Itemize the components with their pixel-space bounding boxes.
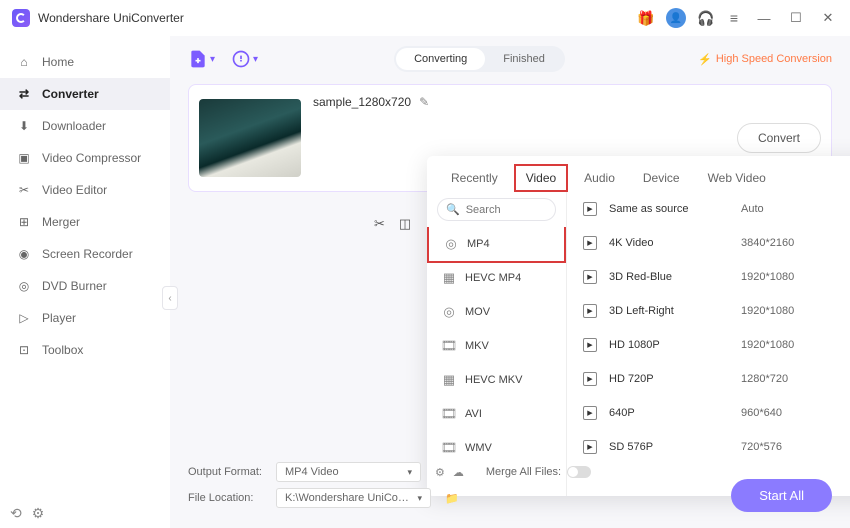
file-name: sample_1280x720 xyxy=(313,95,411,109)
sidebar: ⌂Home ⇄Converter ⬇Downloader ▣Video Comp… xyxy=(0,36,170,528)
refresh-icon[interactable]: ⟲ xyxy=(10,505,22,522)
titlebar: Wondershare UniConverter 🎁 👤 🎧 ≡ — ☐ ✕ xyxy=(0,0,850,36)
tab-web[interactable]: Web Video xyxy=(696,164,778,192)
seg-finished[interactable]: Finished xyxy=(485,48,563,70)
gift-icon[interactable]: 🎁 xyxy=(638,10,654,26)
format-search[interactable]: 🔍 xyxy=(437,198,556,221)
close-button[interactable]: ✕ xyxy=(818,10,838,26)
merger-icon: ⊞ xyxy=(16,214,32,230)
preset-720p[interactable]: ▶HD 720P1280*720✎ xyxy=(567,362,850,396)
disc-icon: ◎ xyxy=(443,236,459,252)
format-avi[interactable]: 🎞AVI xyxy=(427,397,566,431)
sidebar-item-toolbox[interactable]: ⊡Toolbox xyxy=(0,334,170,366)
sidebar-item-home[interactable]: ⌂Home xyxy=(0,46,170,78)
cloud-icon[interactable]: ☁ xyxy=(453,466,464,479)
play-icon: ▶ xyxy=(583,440,597,454)
recorder-icon: ◉ xyxy=(16,246,32,262)
sidebar-item-player[interactable]: ▷Player xyxy=(0,302,170,334)
segment-control: Converting Finished xyxy=(394,46,565,72)
high-speed-toggle[interactable]: ⚡High Speed Conversion xyxy=(698,53,832,66)
preset-3d-rb[interactable]: ▶3D Red-Blue1920*1080✎ xyxy=(567,260,850,294)
format-wmv[interactable]: 🎞WMV xyxy=(427,431,566,465)
format-hevc-mp4[interactable]: ▦HEVC MP4 xyxy=(427,261,566,295)
downloader-icon: ⬇ xyxy=(16,118,32,134)
play-icon: ▶ xyxy=(583,304,597,318)
preset-1080p[interactable]: ▶HD 1080P1920*1080✎ xyxy=(567,328,850,362)
format-mkv[interactable]: 🎞MKV xyxy=(427,329,566,363)
seg-converting[interactable]: Converting xyxy=(396,48,485,70)
preset-640p[interactable]: ▶640P960*640✎ xyxy=(567,396,850,430)
disc-icon: ◎ xyxy=(441,304,457,320)
preset-3d-lr[interactable]: ▶3D Left-Right1920*1080✎ xyxy=(567,294,850,328)
convert-button[interactable]: Convert xyxy=(737,123,821,153)
app-title: Wondershare UniConverter xyxy=(38,11,184,25)
maximize-button[interactable]: ☐ xyxy=(786,10,806,26)
film-icon: 🎞 xyxy=(441,338,457,354)
menu-icon[interactable]: ≡ xyxy=(726,10,742,26)
player-icon: ▷ xyxy=(16,310,32,326)
output-format-select[interactable]: MP4 Video▾ xyxy=(276,462,421,482)
trim-icon[interactable]: ✂ xyxy=(374,216,385,232)
settings-icon[interactable]: ⚙ xyxy=(32,505,45,522)
video-thumbnail[interactable] xyxy=(199,99,301,177)
search-input[interactable] xyxy=(466,204,546,216)
home-icon: ⌂ xyxy=(16,54,32,70)
editor-icon: ✂ xyxy=(16,182,32,198)
play-icon: ▶ xyxy=(583,202,597,216)
rename-icon[interactable]: ✎ xyxy=(419,95,429,109)
search-icon: 🔍 xyxy=(446,203,460,216)
add-url-button[interactable]: ▾ xyxy=(231,49,258,69)
format-mov[interactable]: ◎MOV xyxy=(427,295,566,329)
tab-audio[interactable]: Audio xyxy=(572,164,627,192)
preset-list: ▶Same as sourceAuto✎ ▶4K Video3840*2160✎… xyxy=(567,192,850,496)
film-icon: 🎞 xyxy=(441,440,457,456)
file-location-select[interactable]: K:\Wondershare UniConverter▾ xyxy=(276,488,431,508)
tab-video[interactable]: Video xyxy=(514,164,568,192)
preset-4k[interactable]: ▶4K Video3840*2160✎ xyxy=(567,226,850,260)
play-icon: ▶ xyxy=(583,236,597,250)
app-logo xyxy=(12,9,30,27)
start-all-button[interactable]: Start All xyxy=(731,479,832,512)
dvd-icon: ◎ xyxy=(16,278,32,294)
headset-icon[interactable]: 🎧 xyxy=(698,10,714,26)
merge-label: Merge All Files: xyxy=(486,466,561,478)
add-file-button[interactable]: ▾ xyxy=(188,49,215,69)
play-icon: ▶ xyxy=(583,338,597,352)
avatar[interactable]: 👤 xyxy=(666,8,686,28)
toolbox-icon: ⊡ xyxy=(16,342,32,358)
sidebar-item-merger[interactable]: ⊞Merger xyxy=(0,206,170,238)
hevc-icon: ▦ xyxy=(441,270,457,286)
format-popup: Recently Video Audio Device Web Video 🔍 … xyxy=(427,156,850,496)
preset-same[interactable]: ▶Same as sourceAuto✎ xyxy=(567,192,850,226)
play-icon: ▶ xyxy=(583,406,597,420)
file-location-label: File Location: xyxy=(188,492,268,504)
tab-recently[interactable]: Recently xyxy=(439,164,510,192)
sidebar-item-recorder[interactable]: ◉Screen Recorder xyxy=(0,238,170,270)
minimize-button[interactable]: — xyxy=(754,11,774,26)
crop-icon[interactable]: ◫ xyxy=(399,216,411,232)
tab-device[interactable]: Device xyxy=(631,164,692,192)
gear-icon[interactable]: ⚙ xyxy=(435,466,445,479)
format-mp4[interactable]: ◎MP4 xyxy=(427,227,566,263)
content: ▾ ▾ Converting Finished ⚡High Speed Conv… xyxy=(170,36,850,528)
format-hevc-mkv[interactable]: ▦HEVC MKV xyxy=(427,363,566,397)
converter-icon: ⇄ xyxy=(16,86,32,102)
sidebar-item-downloader[interactable]: ⬇Downloader xyxy=(0,110,170,142)
folder-icon[interactable]: 📁 xyxy=(445,492,459,505)
film-icon: 🎞 xyxy=(441,406,457,422)
sidebar-item-compressor[interactable]: ▣Video Compressor xyxy=(0,142,170,174)
output-format-label: Output Format: xyxy=(188,466,268,478)
hevc-icon: ▦ xyxy=(441,372,457,388)
sidebar-item-dvd[interactable]: ◎DVD Burner xyxy=(0,270,170,302)
play-icon: ▶ xyxy=(583,372,597,386)
compressor-icon: ▣ xyxy=(16,150,32,166)
lightning-icon: ⚡ xyxy=(698,53,712,66)
sidebar-item-converter[interactable]: ⇄Converter xyxy=(0,78,170,110)
merge-toggle[interactable] xyxy=(567,466,591,478)
play-icon: ▶ xyxy=(583,270,597,284)
preset-576p[interactable]: ▶SD 576P720*576✎ xyxy=(567,430,850,464)
sidebar-item-editor[interactable]: ✂Video Editor xyxy=(0,174,170,206)
